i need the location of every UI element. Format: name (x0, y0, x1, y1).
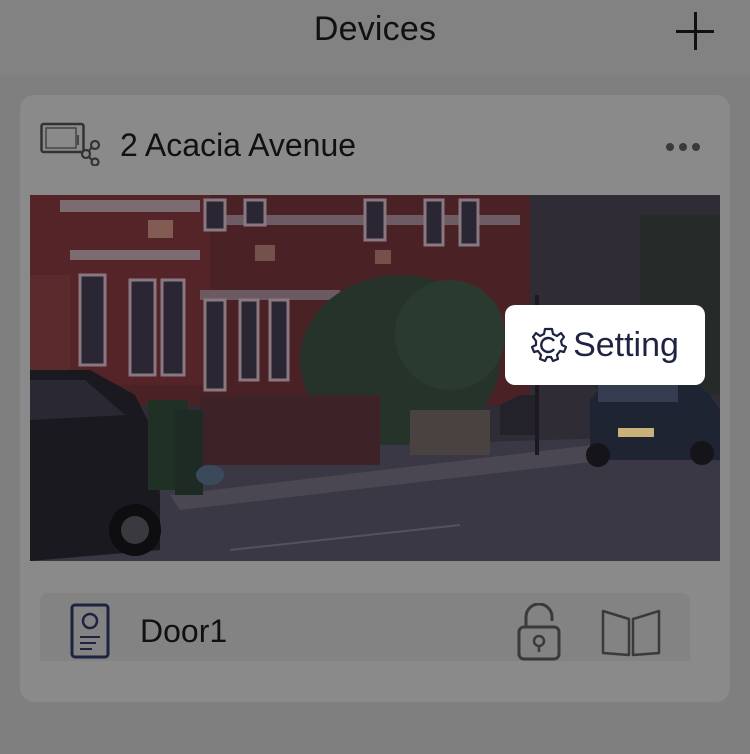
door-station-icon (70, 603, 110, 659)
device-name[interactable]: 2 Acacia Avenue (120, 127, 356, 164)
more-dots-icon[interactable] (666, 143, 700, 151)
plus-icon[interactable] (676, 12, 714, 50)
door-row[interactable]: Door1 (40, 593, 690, 661)
page-title: Devices (313, 10, 437, 48)
door-name: Door1 (140, 613, 228, 649)
gate-icon[interactable] (600, 607, 662, 657)
monitor-share-icon (40, 122, 101, 166)
camera-preview[interactable]: Setting (30, 195, 720, 561)
setting-button[interactable]: Setting (505, 305, 705, 385)
gear-icon (531, 327, 568, 363)
device-card: 2 Acacia Avenue Setting Door1 (20, 95, 730, 702)
top-bar: Devices (0, 0, 750, 76)
setting-label: Setting (573, 325, 679, 364)
unlock-icon[interactable] (516, 603, 562, 661)
